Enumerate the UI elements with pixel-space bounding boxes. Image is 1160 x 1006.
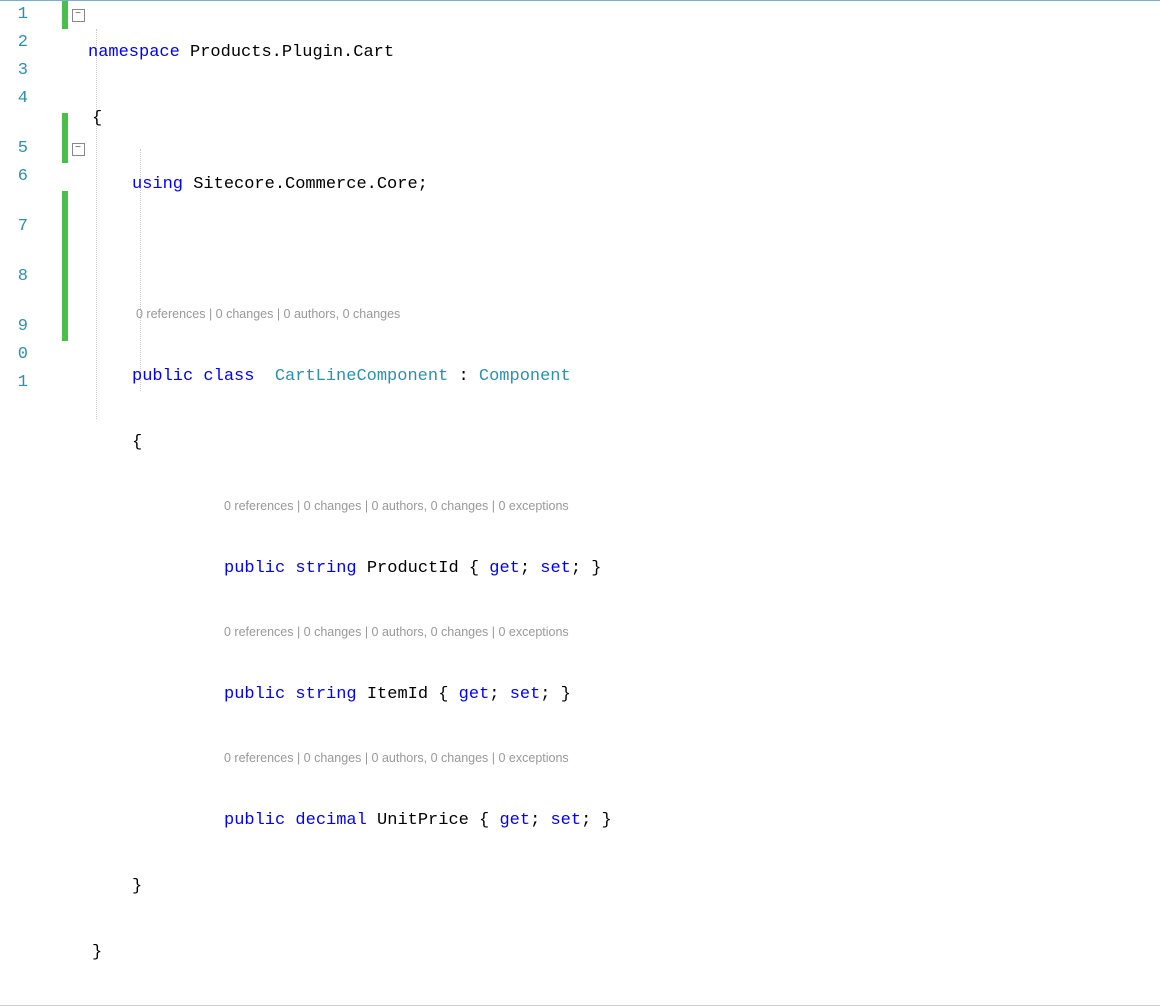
line-number: 1: [0, 1, 28, 29]
code-area[interactable]: namespace Products.Plugin.Cart { using S…: [88, 1, 1160, 1005]
code-line[interactable]: public class CartLineComponent : Compone…: [88, 363, 1160, 391]
code-line[interactable]: {: [88, 105, 1160, 133]
line-number: 9: [0, 313, 28, 341]
fold-toggle-icon[interactable]: −: [72, 9, 85, 22]
code-line[interactable]: {: [88, 429, 1160, 457]
line-number: 5: [0, 135, 28, 163]
line-number: 4: [0, 85, 28, 113]
outlining-margin: − −: [68, 1, 88, 1005]
code-line[interactable]: }: [88, 873, 1160, 901]
codelens[interactable]: 0 references | 0 changes | 0 authors, 0 …: [88, 621, 1160, 643]
fold-toggle-icon[interactable]: −: [72, 143, 85, 156]
code-editor[interactable]: 1 2 3 4 5 6 7 8 9 0 1 −: [0, 0, 1160, 1006]
line-number: 2: [0, 29, 28, 57]
codelens[interactable]: 0 references | 0 changes | 0 authors, 0 …: [88, 495, 1160, 517]
line-number: 1: [0, 369, 28, 397]
code-line[interactable]: [88, 237, 1160, 265]
code-line[interactable]: namespace Products.Plugin.Cart: [88, 39, 1160, 67]
code-line[interactable]: public string ProductId { get; set; }: [88, 555, 1160, 583]
line-number: 3: [0, 57, 28, 85]
code-line[interactable]: public string ItemId { get; set; }: [88, 681, 1160, 709]
line-number-gutter: 1 2 3 4 5 6 7 8 9 0 1: [0, 1, 34, 1005]
line-number: 7: [0, 213, 28, 241]
line-number: 0: [0, 341, 28, 369]
code-line[interactable]: }: [88, 939, 1160, 967]
line-number: 8: [0, 263, 28, 291]
codelens[interactable]: 0 references | 0 changes | 0 authors, 0 …: [88, 747, 1160, 769]
code-line[interactable]: using Sitecore.Commerce.Core;: [88, 171, 1160, 199]
line-number: 6: [0, 163, 28, 191]
code-line[interactable]: public decimal UnitPrice { get; set; }: [88, 807, 1160, 835]
codelens[interactable]: 0 references | 0 changes | 0 authors, 0 …: [88, 303, 1160, 325]
